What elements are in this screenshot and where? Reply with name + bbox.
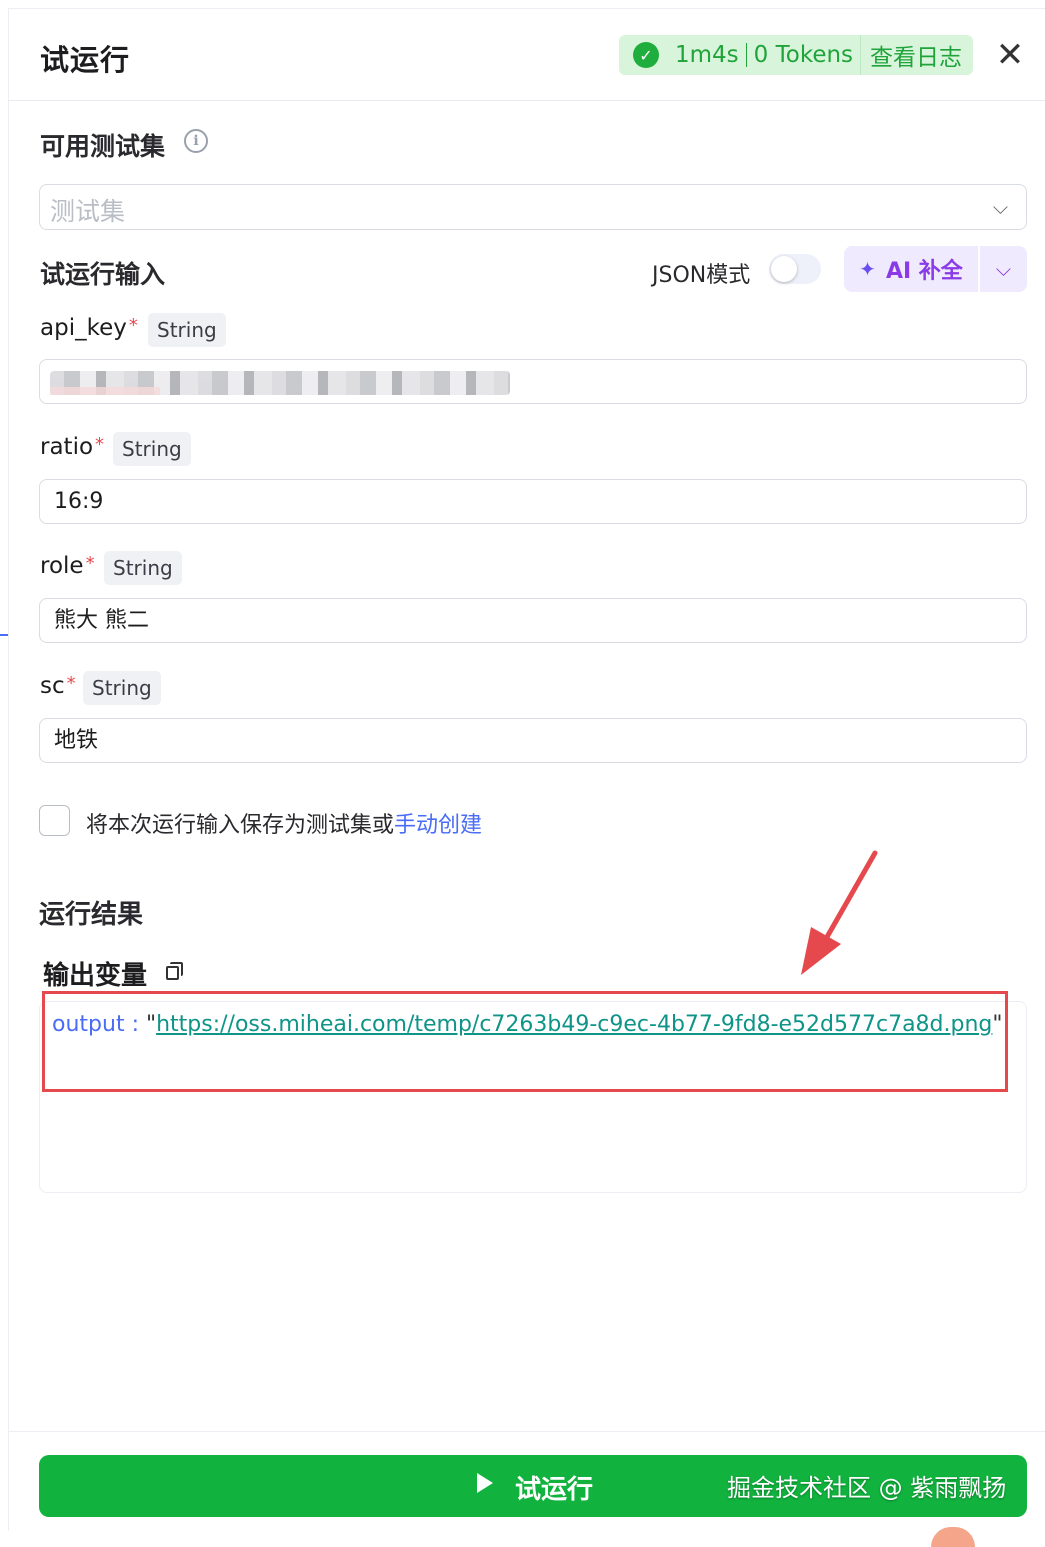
field-name-role: role *: [40, 553, 95, 579]
field-name-text: role: [40, 553, 84, 579]
role-input[interactable]: 熊大 熊二: [39, 598, 1027, 643]
required-mark: *: [128, 315, 138, 336]
field-name-sc: sc *: [40, 673, 76, 699]
test-run-panel: 试运行 ✓ 1m4s 0 Tokens 查看日志 ✕ 可用测试集 i 测试集 ⌵…: [8, 8, 1045, 1547]
chevron-down-icon: ⌵: [992, 195, 1008, 219]
highlight-annotation-box: [42, 991, 1008, 1092]
copy-icon[interactable]: [166, 962, 184, 980]
close-icon[interactable]: ✕: [995, 37, 1025, 73]
json-mode-label: JSON模式: [652, 263, 751, 288]
field-name-api-key: api_key *: [40, 315, 138, 341]
run-tokens: 0 Tokens: [753, 42, 854, 68]
ai-complete-dropdown[interactable]: ⌵: [980, 246, 1027, 292]
run-input-label: 试运行输入: [40, 260, 166, 289]
check-circle-icon: ✓: [633, 42, 659, 68]
field-name-text: ratio: [40, 434, 94, 460]
run-status-badge: ✓ 1m4s 0 Tokens 查看日志: [619, 35, 973, 75]
type-tag: String: [148, 313, 226, 347]
ratio-input[interactable]: 16:9: [39, 479, 1027, 524]
footer-divider: [9, 1431, 1045, 1432]
required-mark: *: [66, 673, 76, 694]
run-result-title: 运行结果: [39, 900, 144, 930]
sc-input[interactable]: 地铁: [39, 718, 1027, 763]
info-icon[interactable]: i: [184, 129, 208, 153]
required-mark: *: [95, 434, 105, 455]
test-set-placeholder: 测试集: [50, 197, 126, 226]
play-icon: [477, 1473, 493, 1493]
divider: [860, 35, 862, 75]
field-name-ratio: ratio *: [40, 434, 104, 460]
redacted-value: [50, 371, 510, 395]
view-log-link[interactable]: 查看日志: [870, 38, 962, 72]
test-set-select[interactable]: 测试集 ⌵: [39, 184, 1027, 230]
sparkle-icon: ✦: [859, 257, 876, 281]
type-tag: String: [83, 671, 161, 705]
type-tag: String: [104, 551, 182, 585]
left-accent: [0, 634, 8, 636]
output-variables-label: 输出变量: [43, 961, 148, 991]
toggle-knob: [771, 256, 797, 282]
required-mark: *: [85, 553, 95, 574]
ai-complete-button[interactable]: ✦ AI 补全: [844, 246, 978, 292]
watermark-text: 掘金技术社区 @ 紫雨飘扬: [727, 1474, 1007, 1502]
run-duration: 1m4s: [675, 42, 739, 68]
field-name-text: api_key: [40, 315, 127, 341]
ai-complete-label: AI 补全: [885, 259, 963, 284]
field-name-text: sc: [40, 673, 65, 699]
save-test-set-text: 将本次运行输入保存为测试集或手动创建: [86, 807, 482, 839]
panel-header: 试运行 ✓ 1m4s 0 Tokens 查看日志 ✕: [9, 9, 1045, 101]
divider: [745, 43, 747, 67]
chevron-down-icon: ⌵: [995, 257, 1012, 281]
save-text: 将本次运行输入保存为测试集或: [86, 813, 395, 838]
page-title: 试运行: [40, 43, 131, 77]
test-set-label: 可用测试集: [40, 132, 166, 161]
manual-create-link[interactable]: 手动创建: [394, 813, 482, 838]
avatar[interactable]: [931, 1527, 975, 1547]
run-button-label: 试运行: [515, 1475, 594, 1505]
json-mode-toggle[interactable]: [769, 254, 821, 284]
type-tag: String: [113, 432, 191, 466]
arrow-annotation-icon: [801, 850, 878, 975]
save-test-set-checkbox[interactable]: [39, 805, 70, 836]
api-key-input[interactable]: [39, 359, 1027, 404]
